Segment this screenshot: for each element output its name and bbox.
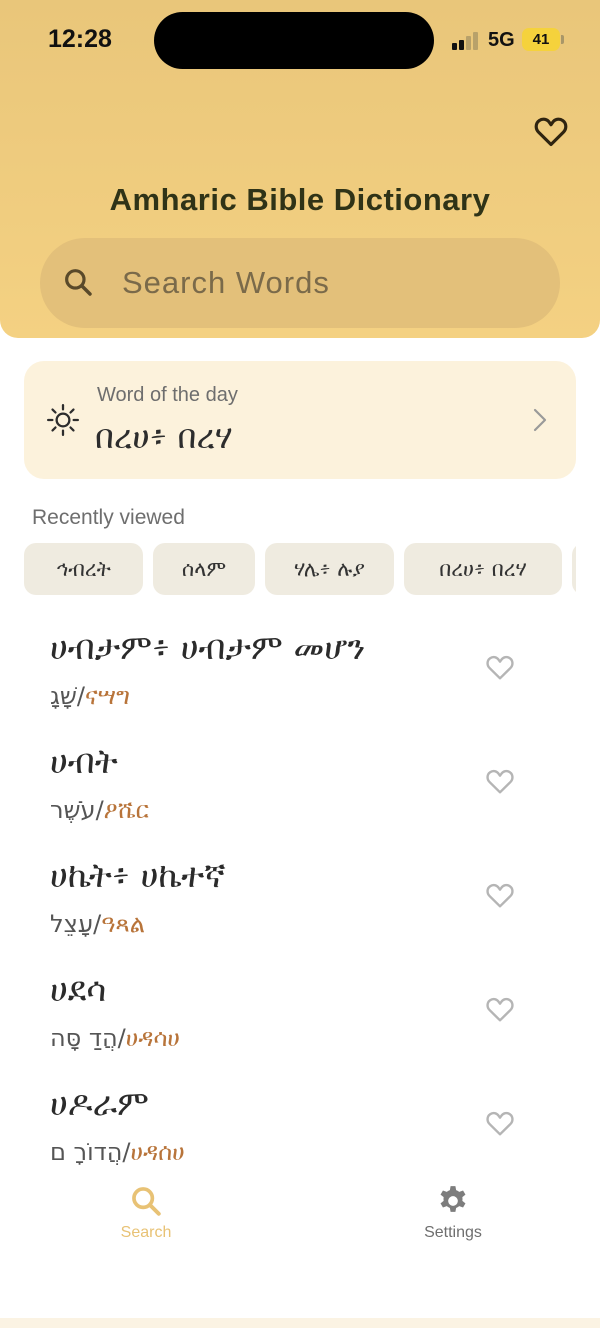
- hebrew-text: הֲדוֹרָ ם: [50, 1138, 123, 1166]
- heart-icon[interactable]: [484, 765, 516, 797]
- status-bar: 12:28 5G 41: [0, 0, 600, 80]
- word-of-the-day-label: Word of the day: [97, 384, 238, 406]
- tab-search-label: Search: [120, 1224, 172, 1241]
- word-of-the-day-word: በረሀ፥ በረሃ: [95, 417, 233, 456]
- list-item[interactable]: ሀብታም፥ ሀብታም መሆን שָׁגָ/ናሣግ: [0, 620, 600, 734]
- hebrew-text: הֲדַ סָּה: [50, 1024, 118, 1052]
- word-title: ሀኬት፥ ሀኬተኛ: [50, 856, 226, 896]
- hebrew-text: עֹשֶׁר: [50, 796, 96, 824]
- bottom-edge: [0, 1318, 600, 1328]
- recent-chip[interactable]: በረሀ፥ በረሃ: [404, 543, 562, 595]
- list-item[interactable]: ሀኬት፥ ሀኬተኛ עָצֵל/ዓጻል: [0, 848, 600, 962]
- word-subtitle: עָצֵל/ዓጻል: [50, 910, 146, 938]
- search-icon: [65, 269, 92, 296]
- network-label: 5G: [488, 29, 515, 51]
- signal-icon: [452, 32, 482, 50]
- page-title: Amharic Bible Dictionary: [109, 182, 491, 217]
- recent-chip-partial[interactable]: [572, 543, 576, 595]
- word-subtitle: עֹשֶׁר/ዖሼር: [50, 796, 149, 824]
- list-item[interactable]: ሀዶራም הֲדוֹרָ ם/ሀዳሰሀ: [0, 1076, 600, 1190]
- hebrew-text: עָצֵל: [50, 910, 94, 938]
- battery-tip: [561, 35, 564, 44]
- sun-icon: [46, 403, 80, 437]
- transliteration: ሀዳሰሀ: [130, 1138, 185, 1166]
- word-subtitle: הֲדוֹרָ ם/ሀዳሰሀ: [50, 1138, 185, 1166]
- tab-settings-label: Settings: [424, 1224, 482, 1241]
- tab-bar: Search Settings: [0, 1180, 600, 1310]
- word-subtitle: הֲדַ סָּה/ሀዳሳሀ: [50, 1024, 180, 1052]
- word-of-the-day-card[interactable]: Word of the day በረሀ፥ በረሃ: [24, 361, 576, 479]
- heart-icon[interactable]: [484, 879, 516, 911]
- tab-settings[interactable]: Settings: [378, 1184, 528, 1242]
- gear-icon: [440, 1186, 466, 1212]
- heart-icon[interactable]: [484, 651, 516, 683]
- heart-icon[interactable]: [484, 1107, 516, 1139]
- word-title: ሀዶራም: [50, 1084, 149, 1124]
- recently-viewed-label: Recently viewed: [32, 506, 185, 529]
- search-bar[interactable]: [40, 238, 560, 328]
- recent-chip[interactable]: ኅብረት: [24, 543, 143, 595]
- word-subtitle: שָׁגָ/ናሣግ: [50, 682, 130, 710]
- recent-chip[interactable]: ሃሌ፥ ሉያ: [265, 543, 394, 595]
- dynamic-island: [154, 12, 434, 69]
- tab-search[interactable]: Search: [71, 1184, 221, 1242]
- search-icon: [132, 1187, 161, 1216]
- word-title: ሀደሳ: [50, 970, 107, 1010]
- recent-chips: ኅብረት ሰላም ሃሌ፥ ሉያ በረሀ፥ በረሃ: [24, 543, 576, 595]
- favorites-heart-icon[interactable]: [532, 112, 570, 150]
- list-item[interactable]: ሀደሳ הֲדַ סָּה/ሀዳሳሀ: [0, 962, 600, 1076]
- transliteration: ናሣግ: [85, 682, 130, 710]
- search-input[interactable]: [122, 238, 542, 328]
- app-header: 12:28 5G 41 Amharic Bible Dictionary: [0, 0, 600, 338]
- word-title: ሀብት: [50, 742, 118, 782]
- word-title: ሀብታም፥ ሀብታም መሆን: [50, 628, 366, 668]
- transliteration: ሀዳሳሀ: [125, 1024, 180, 1052]
- transliteration: ዖሼር: [103, 796, 149, 824]
- transliteration: ዓጻል: [101, 910, 146, 938]
- recent-chip[interactable]: ሰላም: [153, 543, 255, 595]
- chevron-right-icon: [533, 408, 547, 432]
- hebrew-text: שָׁגָ: [50, 682, 77, 710]
- heart-icon[interactable]: [484, 993, 516, 1025]
- battery-icon: 41: [522, 28, 560, 51]
- list-item[interactable]: ሀብት עֹשֶׁר/ዖሼር: [0, 734, 600, 848]
- status-time: 12:28: [48, 25, 112, 53]
